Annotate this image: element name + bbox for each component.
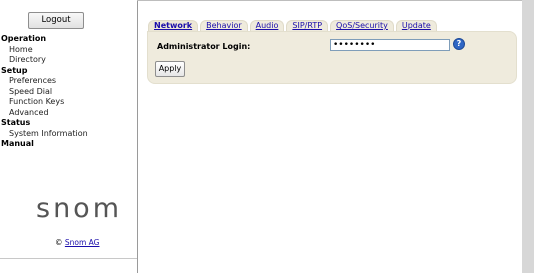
nav-group-manual[interactable]: Manual <box>0 139 136 150</box>
tab-behavior[interactable]: Behavior <box>200 20 248 31</box>
sidebar-nav: Operation Home Directory Setup Preferenc… <box>0 34 136 150</box>
admin-login-label: Administrator Login: <box>157 42 251 51</box>
copyright-symbol: © <box>55 238 63 247</box>
sidebar-item-directory[interactable]: Directory <box>0 55 136 66</box>
tab-qos-security[interactable]: QoS/Security <box>330 20 394 31</box>
nav-group-setup: Setup <box>1 65 28 75</box>
sidebar-item-system-information[interactable]: System Information <box>0 129 136 140</box>
top-border <box>137 0 522 1</box>
settings-panel: Administrator Login: ? Apply <box>147 31 517 84</box>
tab-audio[interactable]: Audio <box>249 20 285 31</box>
apply-button[interactable]: Apply <box>155 61 185 77</box>
sidebar-item-home[interactable]: Home <box>0 45 136 56</box>
logout-button[interactable]: Logout <box>28 12 84 29</box>
settings-tabs: Network Behavior Audio SIP/RTP QoS/Secur… <box>148 20 439 31</box>
sidebar-item-preferences[interactable]: Preferences <box>0 76 136 87</box>
window-edge <box>522 0 534 273</box>
sidebar-item-advanced[interactable]: Advanced <box>0 108 136 119</box>
copyright: © Snom AG <box>55 238 100 247</box>
tab-update[interactable]: Update <box>395 20 437 31</box>
snom-ag-link[interactable]: Snom AG <box>65 238 100 247</box>
tab-sip-rtp[interactable]: SIP/RTP <box>286 20 329 31</box>
sidebar-divider <box>0 258 137 259</box>
tab-network[interactable]: Network <box>148 20 199 31</box>
snom-logo: snom <box>36 193 122 224</box>
admin-login-field[interactable] <box>330 39 450 51</box>
sidebar-item-function-keys[interactable]: Function Keys <box>0 97 136 108</box>
nav-group-operation: Operation <box>1 34 47 43</box>
help-icon[interactable]: ? <box>453 38 465 50</box>
sidebar: Logout Operation Home Directory Setup Pr… <box>0 0 138 273</box>
nav-group-status: Status <box>1 118 31 127</box>
sidebar-item-speed-dial[interactable]: Speed Dial <box>0 87 136 98</box>
